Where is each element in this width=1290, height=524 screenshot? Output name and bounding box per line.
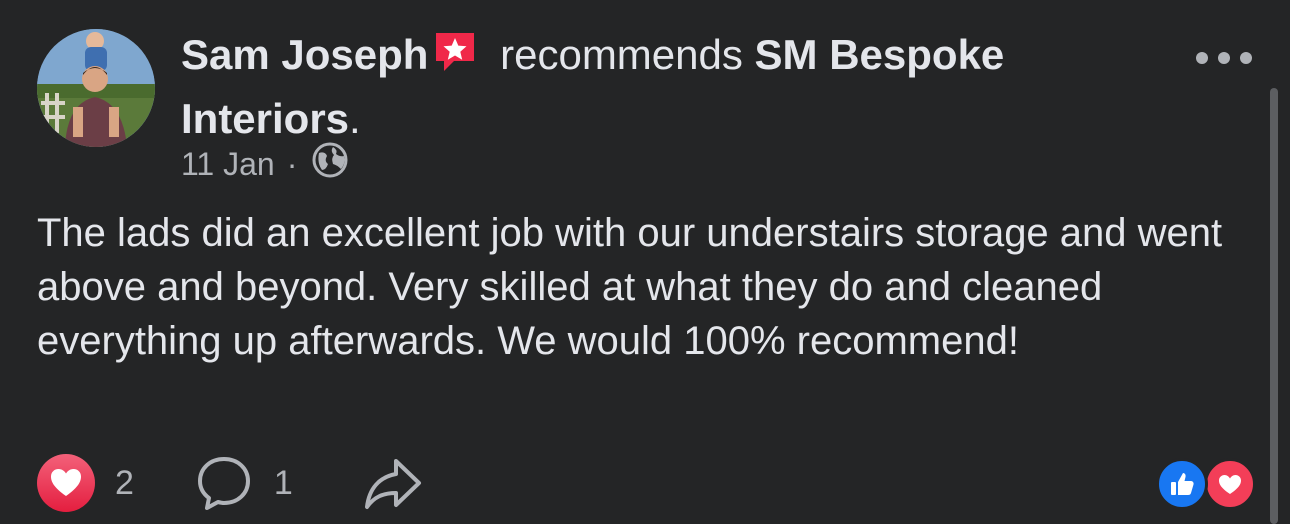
post-meta: 11 Jan · bbox=[181, 141, 349, 187]
love-button[interactable]: 2 bbox=[37, 454, 134, 512]
more-dot-icon bbox=[1240, 52, 1252, 64]
author-name[interactable]: Sam Joseph bbox=[181, 31, 428, 78]
post-header: Sam Joseph recommends SM Bespoke Interio… bbox=[181, 26, 1141, 148]
share-icon bbox=[364, 459, 421, 509]
like-reaction-icon bbox=[1156, 458, 1208, 510]
comment-icon bbox=[197, 457, 250, 510]
post-date[interactable]: 11 Jan bbox=[181, 146, 275, 183]
author-avatar[interactable] bbox=[37, 29, 155, 147]
meta-separator: · bbox=[286, 145, 298, 182]
love-count: 2 bbox=[115, 463, 134, 502]
love-reaction-icon bbox=[1204, 458, 1256, 510]
more-options-button[interactable] bbox=[1196, 46, 1252, 70]
heart-icon bbox=[37, 454, 95, 512]
header-period: . bbox=[349, 95, 361, 142]
comment-count: 1 bbox=[273, 463, 293, 502]
globe-icon[interactable] bbox=[311, 141, 349, 187]
post-body: The lads did an excellent job with our u… bbox=[37, 211, 1223, 363]
comment-button[interactable]: 1 bbox=[194, 453, 293, 513]
more-dot-icon bbox=[1218, 52, 1230, 64]
recommends-label: recommends bbox=[500, 31, 743, 78]
action-bar: 2 1 bbox=[37, 452, 423, 514]
reaction-summary[interactable] bbox=[1156, 458, 1256, 510]
more-dot-icon bbox=[1196, 52, 1208, 64]
share-button[interactable] bbox=[363, 453, 423, 513]
recommend-badge-icon bbox=[432, 29, 478, 90]
scrollbar[interactable] bbox=[1270, 88, 1278, 524]
